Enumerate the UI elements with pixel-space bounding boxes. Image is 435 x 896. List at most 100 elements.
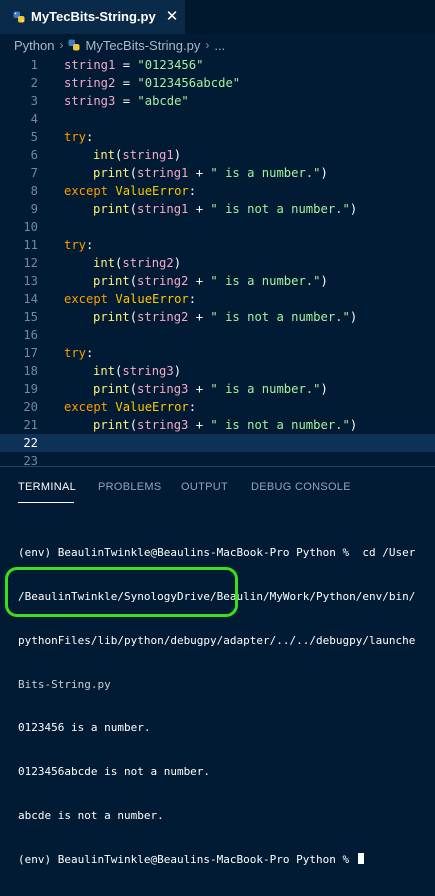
code-editor[interactable]: 1 string1 = "0123456" 2 string2 = "01234… <box>0 56 435 466</box>
code-token: "abcde" <box>137 94 189 108</box>
code-token: string3 <box>137 382 189 396</box>
code-line[interactable]: 21 print(string3 + " is not a number.") <box>0 416 435 434</box>
code-line[interactable]: 15 print(string2 + " is not a number.") <box>0 308 435 326</box>
code-token: ) <box>320 166 328 180</box>
terminal-line: pythonFiles/lib/python/debugpy/adapter/.… <box>18 633 416 647</box>
line-number: 8 <box>30 184 38 198</box>
terminal-prompt: (env) BeaulinTwinkle@Beaulins-MacBook-Pr… <box>18 852 356 866</box>
code-token: int <box>93 148 116 162</box>
tab-problems[interactable]: PROBLEMS <box>98 481 162 493</box>
code-token: string2 <box>137 310 189 324</box>
code-token: " is a number." <box>210 382 321 396</box>
tab-mytecbits-string[interactable]: MyTecBits-String.py ✕ <box>0 0 185 34</box>
code-token: : <box>86 130 94 144</box>
code-token: : <box>188 184 197 198</box>
line-number: 11 <box>23 238 38 252</box>
line-number: 19 <box>23 382 38 396</box>
code-token: " is not a number." <box>210 310 350 324</box>
code-line[interactable]: 6 int(string1) <box>0 146 435 164</box>
code-token: ) <box>349 310 358 324</box>
code-line[interactable]: 12 int(string2) <box>0 254 435 272</box>
code-line[interactable]: 5 try: <box>0 128 435 146</box>
line-number: 4 <box>30 112 38 126</box>
code-line[interactable]: 11 try: <box>0 236 435 254</box>
code-token: = <box>115 58 138 72</box>
python-file-icon <box>13 11 25 22</box>
tab-terminal[interactable]: TERMINAL <box>18 481 76 493</box>
breadcrumb-file[interactable]: MyTecBits-String.py <box>85 38 200 53</box>
breadcrumb-folder[interactable]: Python <box>14 38 54 53</box>
code-token: : <box>188 400 197 414</box>
code-token: ValueError <box>115 292 189 306</box>
close-icon[interactable]: ✕ <box>166 9 179 24</box>
code-token: ) <box>320 274 328 288</box>
code-token: ValueError <box>115 184 189 198</box>
code-line[interactable]: 13 print(string2 + " is a number.") <box>0 272 435 290</box>
tab-output[interactable]: OUTPUT <box>181 481 228 493</box>
code-token: " is not a number." <box>210 418 350 432</box>
code-token: " is not a number." <box>210 202 350 216</box>
code-line[interactable]: 4 <box>0 110 435 128</box>
code-line[interactable]: 18 int(string3) <box>0 362 435 380</box>
code-line[interactable]: 3 string3 = "abcde" <box>0 92 435 110</box>
code-token: ) <box>349 202 358 216</box>
active-tab-indicator <box>18 502 74 503</box>
code-token: ( <box>129 274 138 288</box>
chevron-right-icon: › <box>205 38 210 52</box>
code-token: string1 <box>137 202 189 216</box>
code-token: string2 <box>122 256 174 270</box>
code-token: ) <box>349 418 358 432</box>
code-line[interactable]: 20 except ValueError: <box>0 398 435 416</box>
code-token: = <box>115 94 138 108</box>
code-line-current[interactable]: 22 <box>0 434 435 452</box>
terminal-line: 0123456abcde is not a number. <box>18 765 211 779</box>
terminal-prompt-line[interactable]: (env) BeaulinTwinkle@Beaulins-MacBook-Pr… <box>18 852 435 868</box>
output-highlight-ring <box>5 567 238 617</box>
terminal-cursor <box>357 852 364 864</box>
code-token: try <box>64 238 87 252</box>
code-token: print <box>93 166 130 180</box>
code-token: string1 <box>122 148 174 162</box>
line-number: 23 <box>23 454 38 466</box>
code-token: print <box>93 202 130 216</box>
code-token: string3 <box>137 418 189 432</box>
line-number: 9 <box>30 202 38 216</box>
code-line[interactable]: 10 <box>0 218 435 236</box>
code-line[interactable]: 16 <box>0 326 435 344</box>
line-number: 18 <box>23 364 38 378</box>
code-token: : <box>86 346 94 360</box>
line-number: 22 <box>23 436 38 450</box>
code-token: print <box>93 310 130 324</box>
tab-debug-console[interactable]: DEBUG CONSOLE <box>251 481 351 493</box>
code-line[interactable]: 2 string2 = "0123456abcde" <box>0 74 435 92</box>
code-token: + <box>188 274 211 288</box>
code-token: ValueError <box>115 400 189 414</box>
line-number: 20 <box>23 400 38 414</box>
python-file-icon <box>68 39 80 51</box>
code-line[interactable]: 23 <box>0 452 435 466</box>
code-line[interactable]: 19 print(string3 + " is a number.") <box>0 380 435 398</box>
line-number: 7 <box>30 166 38 180</box>
editor-tab-bar: MyTecBits-String.py ✕ <box>0 0 435 34</box>
code-line[interactable]: 8 except ValueError: <box>0 182 435 200</box>
line-number: 14 <box>23 292 38 306</box>
code-line[interactable]: 14 except ValueError: <box>0 290 435 308</box>
code-token: + <box>188 166 211 180</box>
line-number: 6 <box>30 148 38 162</box>
breadcrumb-symbols[interactable]: ... <box>214 38 225 53</box>
code-line[interactable]: 7 print(string1 + " is a number.") <box>0 164 435 182</box>
breadcrumb: Python › MyTecBits-String.py › ... <box>0 34 435 56</box>
code-token: " is a number." <box>210 274 321 288</box>
code-token: string1 <box>64 58 116 72</box>
terminal-line: (env) BeaulinTwinkle@Beaulins-MacBook-Pr… <box>18 546 416 560</box>
line-number: 1 <box>30 58 38 72</box>
code-token: string2 <box>137 274 189 288</box>
code-line[interactable]: 1 string1 = "0123456" <box>0 56 435 74</box>
line-number: 5 <box>30 130 38 144</box>
code-token: : <box>86 238 94 252</box>
code-token: try <box>64 346 87 360</box>
line-number: 2 <box>30 76 38 90</box>
bottom-panel: TERMINAL PROBLEMS OUTPUT DEBUG CONSOLE (… <box>0 466 435 866</box>
code-line[interactable]: 9 print(string1 + " is not a number.") <box>0 200 435 218</box>
code-line[interactable]: 17 try: <box>0 344 435 362</box>
